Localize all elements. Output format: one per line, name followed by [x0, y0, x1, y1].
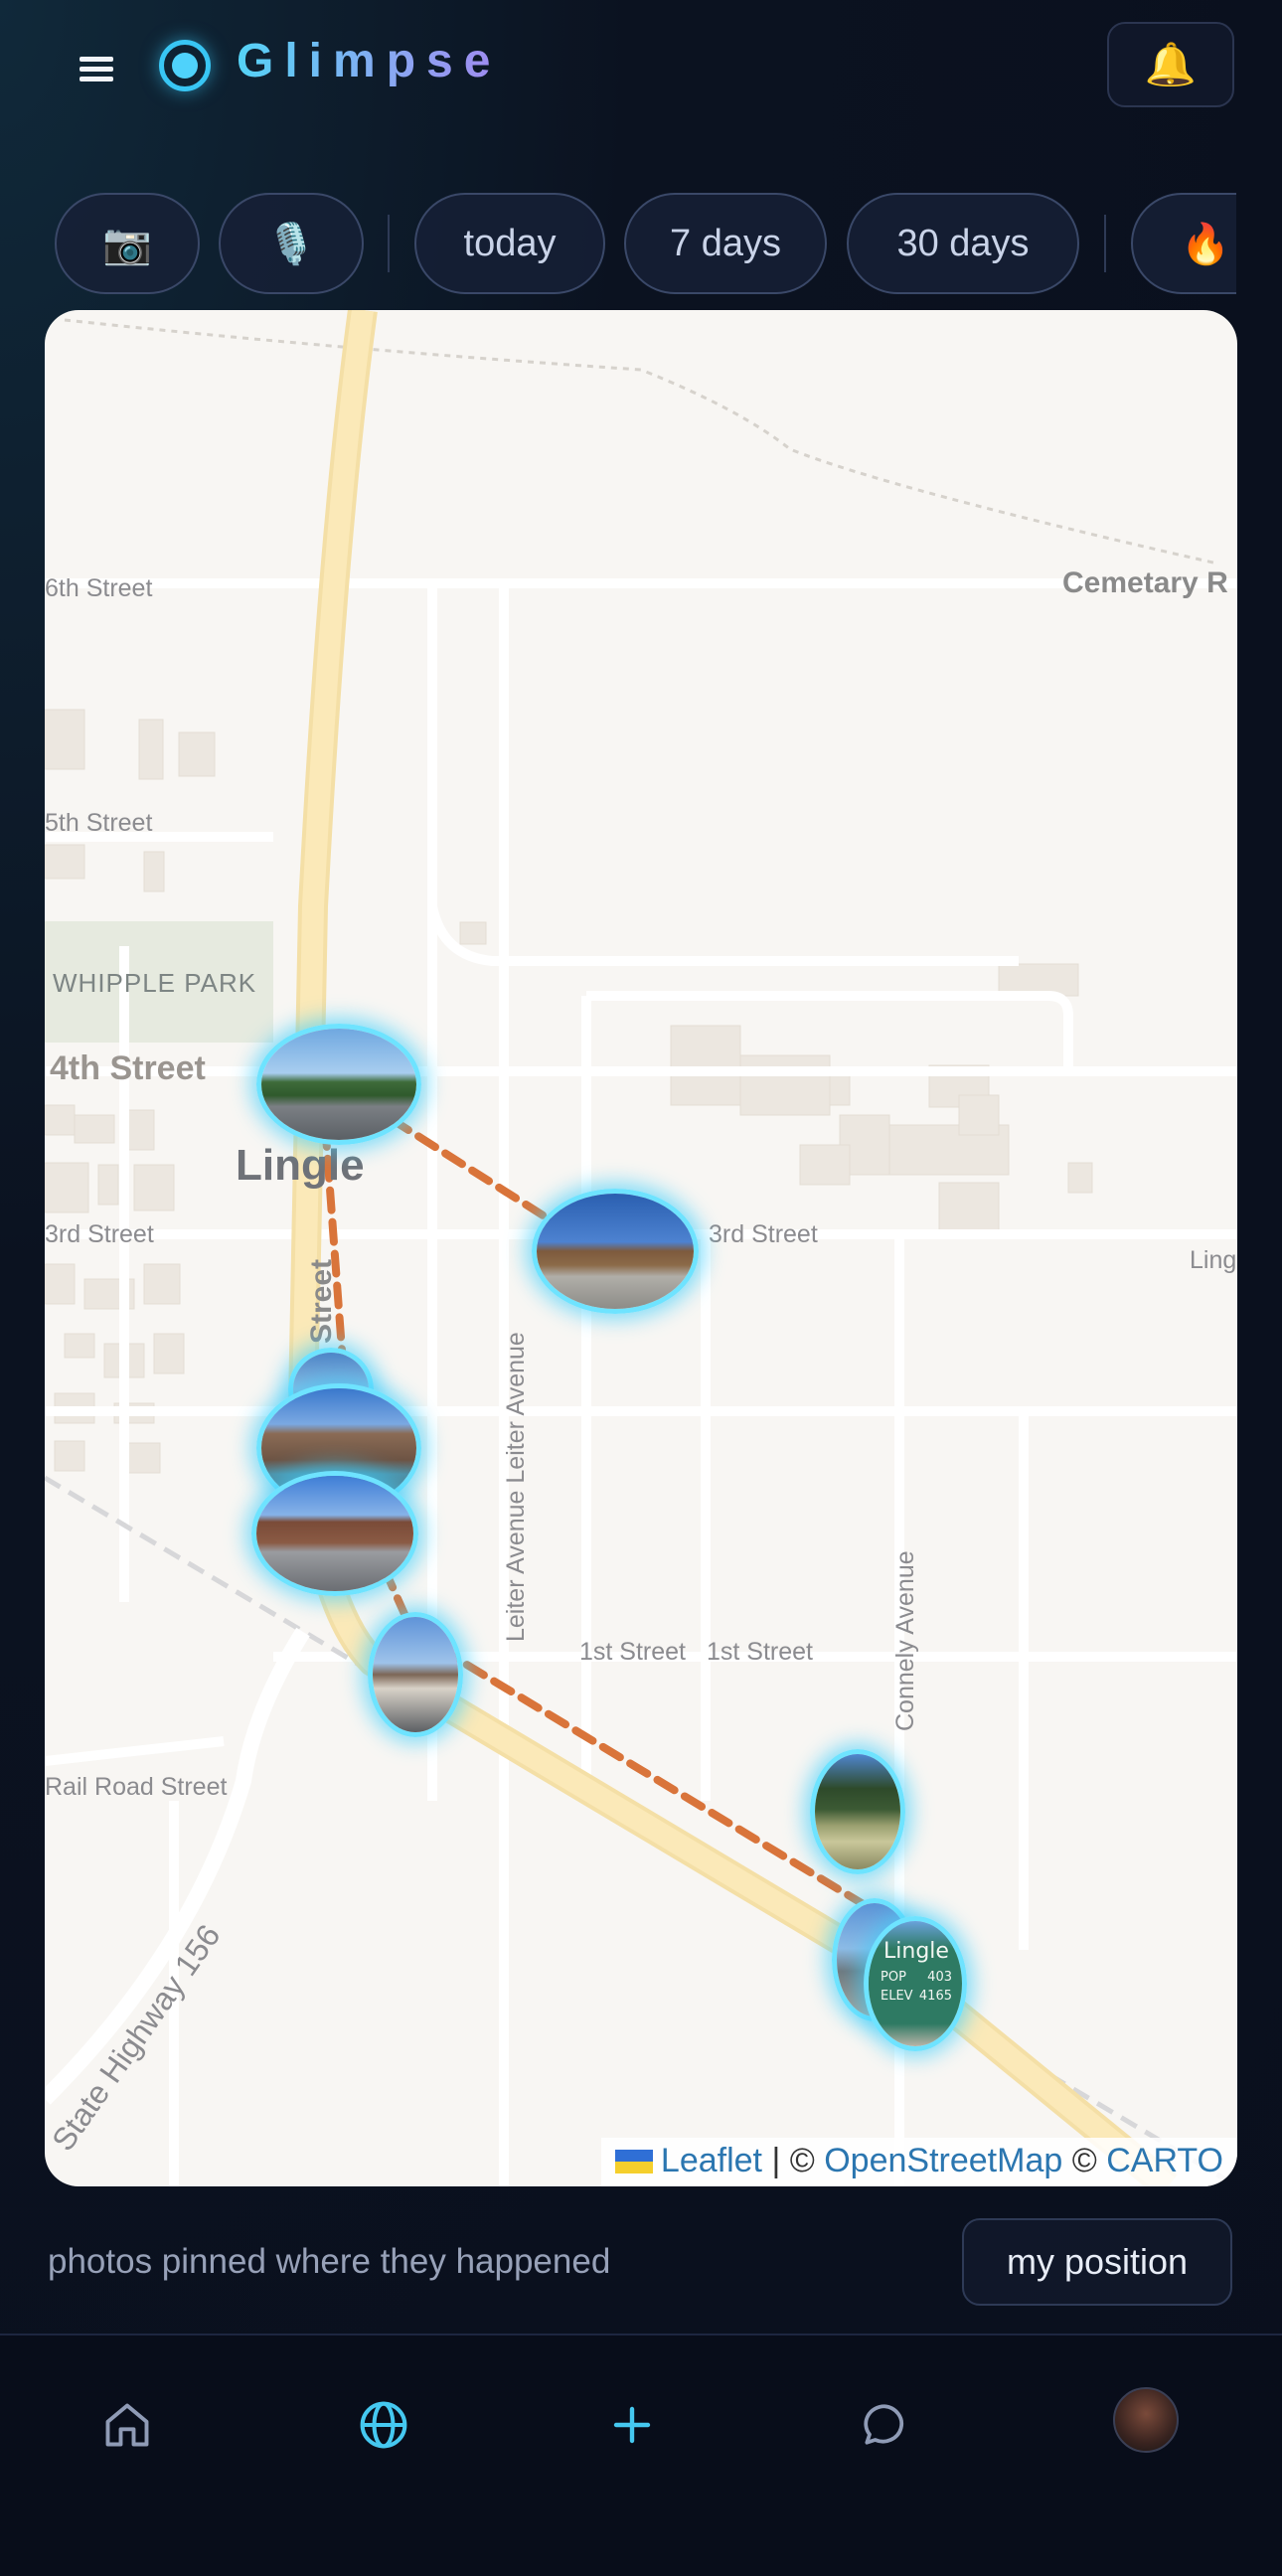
- home-icon[interactable]: [89, 2387, 165, 2463]
- filter-divider: [388, 215, 390, 272]
- street-label: 1st Street: [707, 1638, 813, 1666]
- street-label: 3rd Street: [45, 1220, 154, 1248]
- attribution-separator: ©: [1062, 2142, 1107, 2179]
- avatar[interactable]: [1113, 2387, 1179, 2453]
- sign-elev-value: 4165: [918, 1989, 952, 2004]
- street-label: Cemetary R: [1062, 566, 1228, 599]
- bell-icon: 🔔: [1144, 40, 1198, 87]
- photo-pin[interactable]: [810, 1749, 905, 1874]
- photo-filter-chip[interactable]: 📷: [55, 193, 200, 294]
- sign-elev-label: ELEV: [881, 1989, 913, 2004]
- street-label: 6th Street: [45, 574, 153, 602]
- filter-bar: 📷 🎙️ today 7 days 30 days 🔥: [0, 193, 1236, 296]
- range-chip-30-days[interactable]: 30 days: [847, 193, 1079, 294]
- photo-pin[interactable]: [256, 1024, 421, 1145]
- bottom-nav: [0, 2334, 1282, 2576]
- carto-link[interactable]: CARTO: [1106, 2142, 1223, 2179]
- my-position-button[interactable]: my position: [962, 2218, 1232, 2306]
- street-label: Street: [305, 1258, 338, 1344]
- range-chip-today[interactable]: today: [414, 193, 605, 294]
- sign-name: Lingle: [883, 1939, 949, 1964]
- street-label: 1st Street: [579, 1638, 686, 1666]
- town-label: Lingle: [236, 1141, 365, 1190]
- sign-pop: POP 403: [881, 1970, 952, 1985]
- filter-divider: [1104, 215, 1106, 272]
- street-label: Lingle R: [1190, 1246, 1237, 1274]
- map-attribution: Leaflet | © OpenStreetMap © CARTO: [600, 2138, 1237, 2186]
- lingle-sign: Lingle POP 403 ELEV 4165: [881, 1939, 952, 2004]
- leaflet-link[interactable]: Leaflet: [661, 2142, 762, 2179]
- photo-pin[interactable]: [532, 1189, 699, 1314]
- photo-pin[interactable]: Lingle POP 403 ELEV 4165: [864, 1916, 967, 2051]
- street-label: Connely Avenue: [891, 1550, 919, 1731]
- photo-pin[interactable]: [251, 1471, 418, 1596]
- app-header: Glimpse 🔔: [0, 0, 1282, 139]
- street-label: 5th Street: [45, 809, 153, 837]
- ukraine-flag-icon: [614, 2150, 653, 2174]
- sign-pop-label: POP: [881, 1970, 906, 1985]
- map-caption: photos pinned where they happened: [48, 2242, 611, 2281]
- photo-map[interactable]: 6th Street Cemetary R 5th Street WHIPPLE…: [45, 310, 1237, 2186]
- street-label: Leiter Avenue Leiter Avenue: [502, 1332, 530, 1642]
- attribution-separator: | ©: [762, 2142, 825, 2179]
- street-label: Rail Road Street: [45, 1773, 228, 1801]
- sign-pop-value: 403: [927, 1970, 952, 1985]
- camera-icon: 📷: [102, 222, 152, 266]
- photo-pin[interactable]: [368, 1612, 463, 1737]
- street-label: 4th Street: [50, 1049, 206, 1087]
- sign-elev: ELEV 4165: [881, 1989, 952, 2004]
- chat-icon[interactable]: [847, 2387, 922, 2463]
- street-label: 3rd Street: [709, 1220, 818, 1248]
- microphone-icon: 🎙️: [266, 222, 316, 266]
- logo-icon: [159, 40, 211, 91]
- hamburger-icon[interactable]: [72, 48, 121, 87]
- app-title: Glimpse: [237, 35, 502, 87]
- openstreetmap-link[interactable]: OpenStreetMap: [824, 2142, 1062, 2179]
- range-chip-7-days[interactable]: 7 days: [624, 193, 827, 294]
- globe-icon[interactable]: [346, 2387, 421, 2463]
- park-label: WHIPPLE PARK: [53, 968, 257, 998]
- audio-filter-chip[interactable]: 🎙️: [219, 193, 364, 294]
- trending-filter-chip[interactable]: 🔥: [1131, 193, 1236, 294]
- notifications-button[interactable]: 🔔: [1107, 22, 1234, 107]
- plus-icon[interactable]: [594, 2387, 670, 2463]
- fire-icon: 🔥: [1181, 222, 1230, 266]
